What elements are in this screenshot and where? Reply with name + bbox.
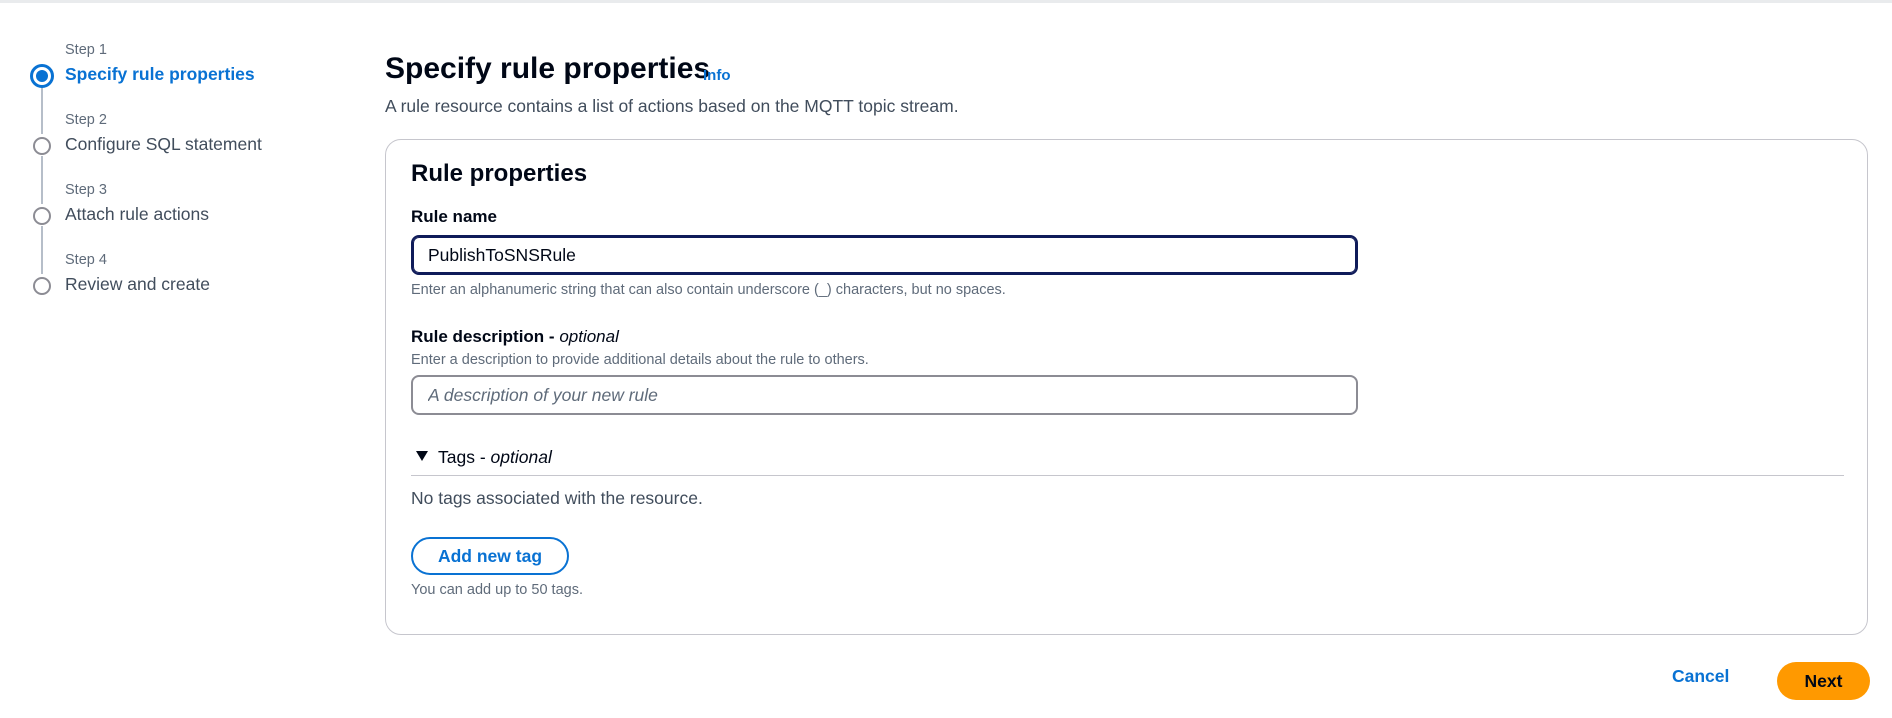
rule-description-label-text: Rule description - <box>411 327 555 346</box>
step-title: Review and create <box>65 274 210 294</box>
page-title: Specify rule properties <box>385 52 711 85</box>
tags-divider <box>411 475 1844 476</box>
step-title[interactable]: Specify rule properties <box>65 64 255 85</box>
top-divider <box>0 0 1892 3</box>
tag-limit-hint: You can add up to 50 tags. <box>411 582 583 598</box>
step-connector <box>41 226 43 274</box>
rule-name-constraint: Enter an alphanumeric string that can al… <box>411 282 1006 298</box>
step-title: Configure SQL statement <box>65 134 262 154</box>
step-active-indicator-icon <box>30 64 54 88</box>
rule-description-input[interactable] <box>411 375 1358 415</box>
info-link[interactable]: Info <box>703 67 731 84</box>
rule-name-label: Rule name <box>411 207 497 226</box>
optional-marker: optional <box>559 327 619 346</box>
step-title: Attach rule actions <box>65 204 209 224</box>
rule-description-label: Rule description - optional <box>411 327 619 347</box>
add-new-tag-button[interactable]: Add new tag <box>411 537 569 575</box>
cancel-button[interactable]: Cancel <box>1672 666 1729 687</box>
rule-name-input[interactable] <box>411 235 1358 275</box>
rule-description-hint: Enter a description to provide additiona… <box>411 352 869 368</box>
step-connector <box>41 86 43 134</box>
next-button[interactable]: Next <box>1777 662 1870 700</box>
step-connector <box>41 156 43 204</box>
page-description: A rule resource contains a list of actio… <box>385 96 959 116</box>
step-pending-circle-icon <box>33 137 51 155</box>
step-number: Step 4 <box>65 252 107 268</box>
step-number: Step 2 <box>65 112 107 128</box>
tags-expand-toggle[interactable]: Tags - optional <box>416 447 552 468</box>
step-pending-circle-icon <box>33 207 51 225</box>
step-number: Step 3 <box>65 182 107 198</box>
no-tags-message: No tags associated with the resource. <box>411 488 703 508</box>
tags-label: Tags - <box>438 447 486 467</box>
optional-marker: optional <box>490 447 552 467</box>
step-number: Step 1 <box>65 42 107 58</box>
step-pending-circle-icon <box>33 277 51 295</box>
panel-title: Rule properties <box>411 160 588 187</box>
caret-down-icon <box>416 451 428 461</box>
